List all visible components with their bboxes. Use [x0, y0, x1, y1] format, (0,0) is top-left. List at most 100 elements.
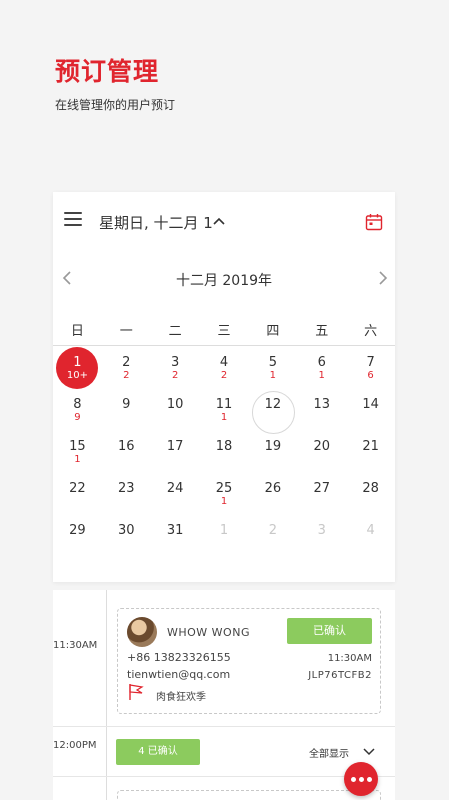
calendar-week-row: 22 23 24 25 1 26 27 28	[53, 475, 395, 517]
time-rail	[106, 590, 107, 800]
calendar-day[interactable]: 23	[102, 475, 151, 517]
time-slot-label: 11:30AM	[53, 640, 98, 651]
calendar-day[interactable]: 17	[151, 433, 200, 475]
booking-count: 6	[367, 370, 374, 381]
calendar-day[interactable]: 2	[248, 517, 297, 559]
booking-count: 1	[74, 454, 81, 465]
day-number: 5	[268, 355, 277, 370]
confirmed-status-button[interactable]: 已确认	[287, 618, 372, 644]
schedule-panel: 11:30AM 12:00PM WHOW WONG 已确认 +86 138233…	[53, 590, 395, 800]
calendar-day[interactable]: 89	[53, 391, 102, 433]
calendar-day[interactable]: 12	[248, 391, 297, 434]
day-number: 6	[317, 355, 326, 370]
guest-email: tienwtien@qq.com	[127, 668, 231, 681]
day-number: 1	[219, 523, 229, 538]
calendar-day[interactable]: 25 1	[200, 475, 249, 517]
calendar-day[interactable]: 24	[151, 475, 200, 517]
flag-icon	[129, 684, 144, 700]
chevron-right-icon[interactable]	[377, 270, 389, 286]
calendar-day[interactable]: 1 10+	[53, 347, 102, 391]
calendar-day[interactable]: 28	[346, 475, 395, 517]
day-number: 28	[362, 481, 379, 496]
day-number: 14	[362, 397, 379, 412]
dot-icon	[350, 776, 356, 782]
show-all-link[interactable]: 全部显示	[309, 745, 349, 760]
event-tag: 肉食狂欢季	[156, 692, 206, 703]
calendar-week-row: 15 1 16 17 18 19 20 21	[53, 433, 395, 475]
time-slot-label: 12:00PM	[53, 740, 97, 751]
calendar-day[interactable]: 1	[200, 517, 249, 559]
weekday-label: 二	[168, 324, 182, 339]
calendar-day[interactable]: 13	[297, 391, 346, 433]
chevron-up-icon[interactable]	[213, 216, 225, 226]
calendar-day[interactable]: 31	[151, 517, 200, 559]
booking-count: 1	[220, 412, 228, 423]
booking-code: JLP76TCFB2	[308, 670, 372, 681]
calendar-day[interactable]: 3	[297, 517, 346, 559]
day-number: 10	[166, 397, 184, 412]
calendar-header: 星期日, 十二月 1	[53, 192, 395, 252]
calendar-day[interactable]: 30	[102, 517, 151, 559]
calendar-day[interactable]: 42	[200, 349, 249, 391]
selected-date-title[interactable]: 星期日, 十二月 1	[99, 212, 213, 233]
booking-count: 1	[269, 370, 277, 381]
booking-count: 2	[220, 370, 228, 381]
calendar-week-row: 29 30 31 1 2 3 4	[53, 517, 395, 559]
weekday-label: 日	[70, 324, 84, 339]
day-number: 9	[122, 397, 131, 412]
calendar-icon[interactable]	[365, 213, 383, 231]
calendar-day[interactable]: 29	[53, 517, 102, 559]
calendar-day[interactable]: 10	[151, 391, 200, 433]
calendar-day[interactable]: 18	[200, 433, 249, 475]
calendar-day[interactable]: 15 1	[53, 433, 102, 475]
calendar-day[interactable]: 11 1	[200, 391, 249, 433]
calendar-day[interactable]: 4	[346, 517, 395, 559]
calendar-day[interactable]: 14	[346, 391, 395, 433]
day-number: 7	[366, 355, 375, 370]
day-number: 8	[73, 397, 82, 412]
day-number: 3	[317, 523, 326, 538]
weekday-label: 一	[119, 324, 133, 339]
dot-icon	[366, 776, 372, 782]
day-number: 18	[215, 439, 233, 454]
more-actions-button[interactable]	[344, 762, 378, 796]
calendar-day[interactable]: 76	[346, 349, 395, 391]
calendar-day[interactable]: 27	[297, 475, 346, 517]
calendar-day[interactable]: 22	[102, 349, 151, 391]
calendar-day[interactable]: 22	[53, 475, 102, 517]
chevron-down-icon[interactable]	[363, 748, 375, 756]
calendar-day[interactable]: 61	[297, 349, 346, 391]
day-number: 2	[122, 355, 131, 370]
calendar-day[interactable]: 20	[297, 433, 346, 475]
booking-card[interactable]: WHOW WONG 已确认 +86 13823326155 tienwtien@…	[117, 608, 381, 714]
day-number: 15	[69, 439, 86, 454]
day-number: 11	[215, 397, 233, 412]
day-number: 23	[118, 481, 135, 496]
day-number: 19	[264, 439, 282, 454]
confirmed-count-button[interactable]: 4 已确认	[116, 739, 200, 765]
calendar-day[interactable]: 32	[151, 349, 200, 391]
booking-time: 11:30AM	[327, 653, 372, 664]
day-number: 24	[166, 481, 184, 496]
day-number: 1	[73, 355, 82, 370]
weekday-label: 三	[217, 324, 231, 339]
slot-divider	[53, 726, 395, 727]
calendar-day[interactable]: 51	[248, 349, 297, 391]
day-number: 29	[69, 523, 86, 538]
weekday-label: 四	[266, 324, 280, 339]
calendar-day[interactable]: 19	[248, 433, 297, 475]
calendar-day[interactable]: 26	[248, 475, 297, 517]
weekday-label: 六	[364, 324, 378, 339]
day-number: 12	[264, 397, 282, 412]
menu-icon[interactable]	[64, 212, 82, 228]
day-number: 17	[166, 439, 184, 454]
booking-count: 2	[123, 370, 130, 381]
calendar-day[interactable]: 9	[102, 391, 151, 433]
calendar-day[interactable]: 21	[346, 433, 395, 475]
avatar	[127, 617, 157, 647]
day-number: 4	[366, 523, 375, 538]
booking-card[interactable]	[117, 790, 381, 800]
day-number: 26	[264, 481, 282, 496]
calendar-day[interactable]: 16	[102, 433, 151, 475]
calendar-week-row: 8 9 9 10 11 1 12 13 14	[53, 391, 395, 434]
